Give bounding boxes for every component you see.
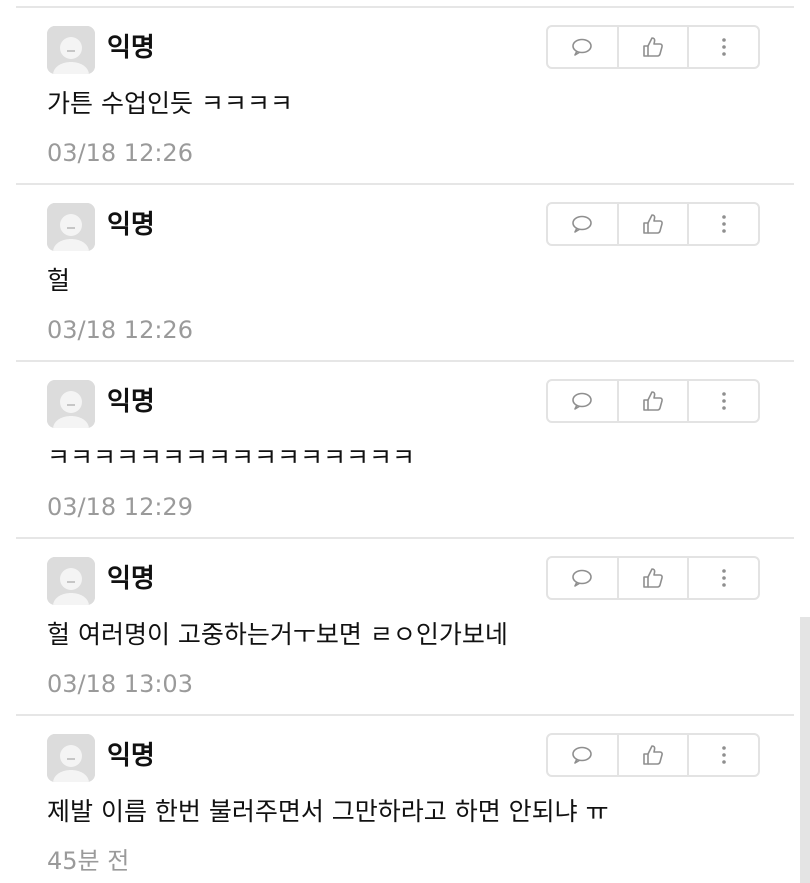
comment-item: 익명 ㅋㅋㅋㅋㅋㅋㅋㅋㅋㅋㅋㅋㅋㅋㅋㅋ 03/18 12:29 [16, 362, 794, 539]
like-button[interactable] [616, 204, 688, 244]
comment-actions [546, 202, 760, 246]
like-button[interactable] [616, 27, 688, 67]
comment-item: 익명 제발 이름 한번 불러주면서 그만하라고 하면 안되냐 ㅠ 45분 전 [16, 716, 794, 883]
avatar [47, 380, 95, 428]
thumbs-up-icon [643, 745, 663, 765]
avatar [47, 557, 95, 605]
comment-actions [546, 556, 760, 600]
thumbs-up-icon [643, 214, 663, 234]
thumbs-up-icon [643, 391, 663, 411]
reply-button[interactable] [548, 558, 617, 598]
comment-item: 익명 헐 여러명이 고중하는거ㅜ보면 ㄹㅇ인가보네 03/18 13:03 [16, 539, 794, 716]
like-button[interactable] [616, 381, 688, 421]
avatar [47, 203, 95, 251]
comment-timestamp: 45분 전 [47, 847, 130, 875]
comment-item: 익명 가튼 수업인듯 ㅋㅋㅋㅋ 03/18 12:26 [16, 8, 794, 185]
thumbs-up-icon [643, 568, 663, 588]
comment-item: 익명 헐 03/18 12:26 [16, 185, 794, 362]
comment-text: 가튼 수업인듯 ㅋㅋㅋㅋ [47, 89, 293, 118]
more-button[interactable] [687, 558, 758, 598]
like-button[interactable] [616, 735, 688, 775]
thumbs-up-icon [643, 37, 663, 57]
reply-button[interactable] [548, 27, 617, 67]
more-button[interactable] [687, 735, 758, 775]
comment-text: ㅋㅋㅋㅋㅋㅋㅋㅋㅋㅋㅋㅋㅋㅋㅋㅋ [47, 443, 416, 472]
speech-bubble-icon [572, 746, 593, 764]
more-vertical-icon [721, 392, 726, 410]
more-vertical-icon [721, 569, 726, 587]
speech-bubble-icon [572, 215, 593, 233]
avatar-placeholder-icon [47, 203, 95, 251]
comment-actions [546, 379, 760, 423]
more-button[interactable] [687, 204, 758, 244]
comment-author: 익명 [107, 210, 155, 240]
comment-timestamp: 03/18 12:26 [47, 139, 193, 167]
avatar-placeholder-icon [47, 557, 95, 605]
reply-button[interactable] [548, 381, 617, 421]
speech-bubble-icon [572, 38, 593, 56]
comment-timestamp: 03/18 13:03 [47, 670, 193, 698]
like-button[interactable] [616, 558, 688, 598]
more-vertical-icon [721, 38, 726, 56]
comment-author: 익명 [107, 564, 155, 594]
speech-bubble-icon [572, 569, 593, 587]
avatar-placeholder-icon [47, 26, 95, 74]
comment-actions [546, 25, 760, 69]
more-vertical-icon [721, 746, 726, 764]
more-button[interactable] [687, 27, 758, 67]
comment-list: 익명 가튼 수업인듯 ㅋㅋㅋㅋ 03/18 12:26 익명 헐 03/18 1… [0, 0, 810, 883]
avatar-placeholder-icon [47, 380, 95, 428]
comment-timestamp: 03/18 12:29 [47, 493, 193, 521]
more-vertical-icon [721, 215, 726, 233]
comment-text: 헐 [47, 266, 71, 295]
more-button[interactable] [687, 381, 758, 421]
comment-text: 제발 이름 한번 불러주면서 그만하라고 하면 안되냐 ㅠ [47, 797, 609, 826]
comment-author: 익명 [107, 33, 155, 63]
comment-actions [546, 733, 760, 777]
comment-text: 헐 여러명이 고중하는거ㅜ보면 ㄹㅇ인가보네 [47, 620, 508, 649]
avatar [47, 734, 95, 782]
comment-author: 익명 [107, 741, 155, 771]
scrollbar[interactable] [800, 617, 810, 883]
speech-bubble-icon [572, 392, 593, 410]
comment-author: 익명 [107, 387, 155, 417]
reply-button[interactable] [548, 735, 617, 775]
avatar-placeholder-icon [47, 734, 95, 782]
avatar [47, 26, 95, 74]
comment-timestamp: 03/18 12:26 [47, 316, 193, 344]
reply-button[interactable] [548, 204, 617, 244]
